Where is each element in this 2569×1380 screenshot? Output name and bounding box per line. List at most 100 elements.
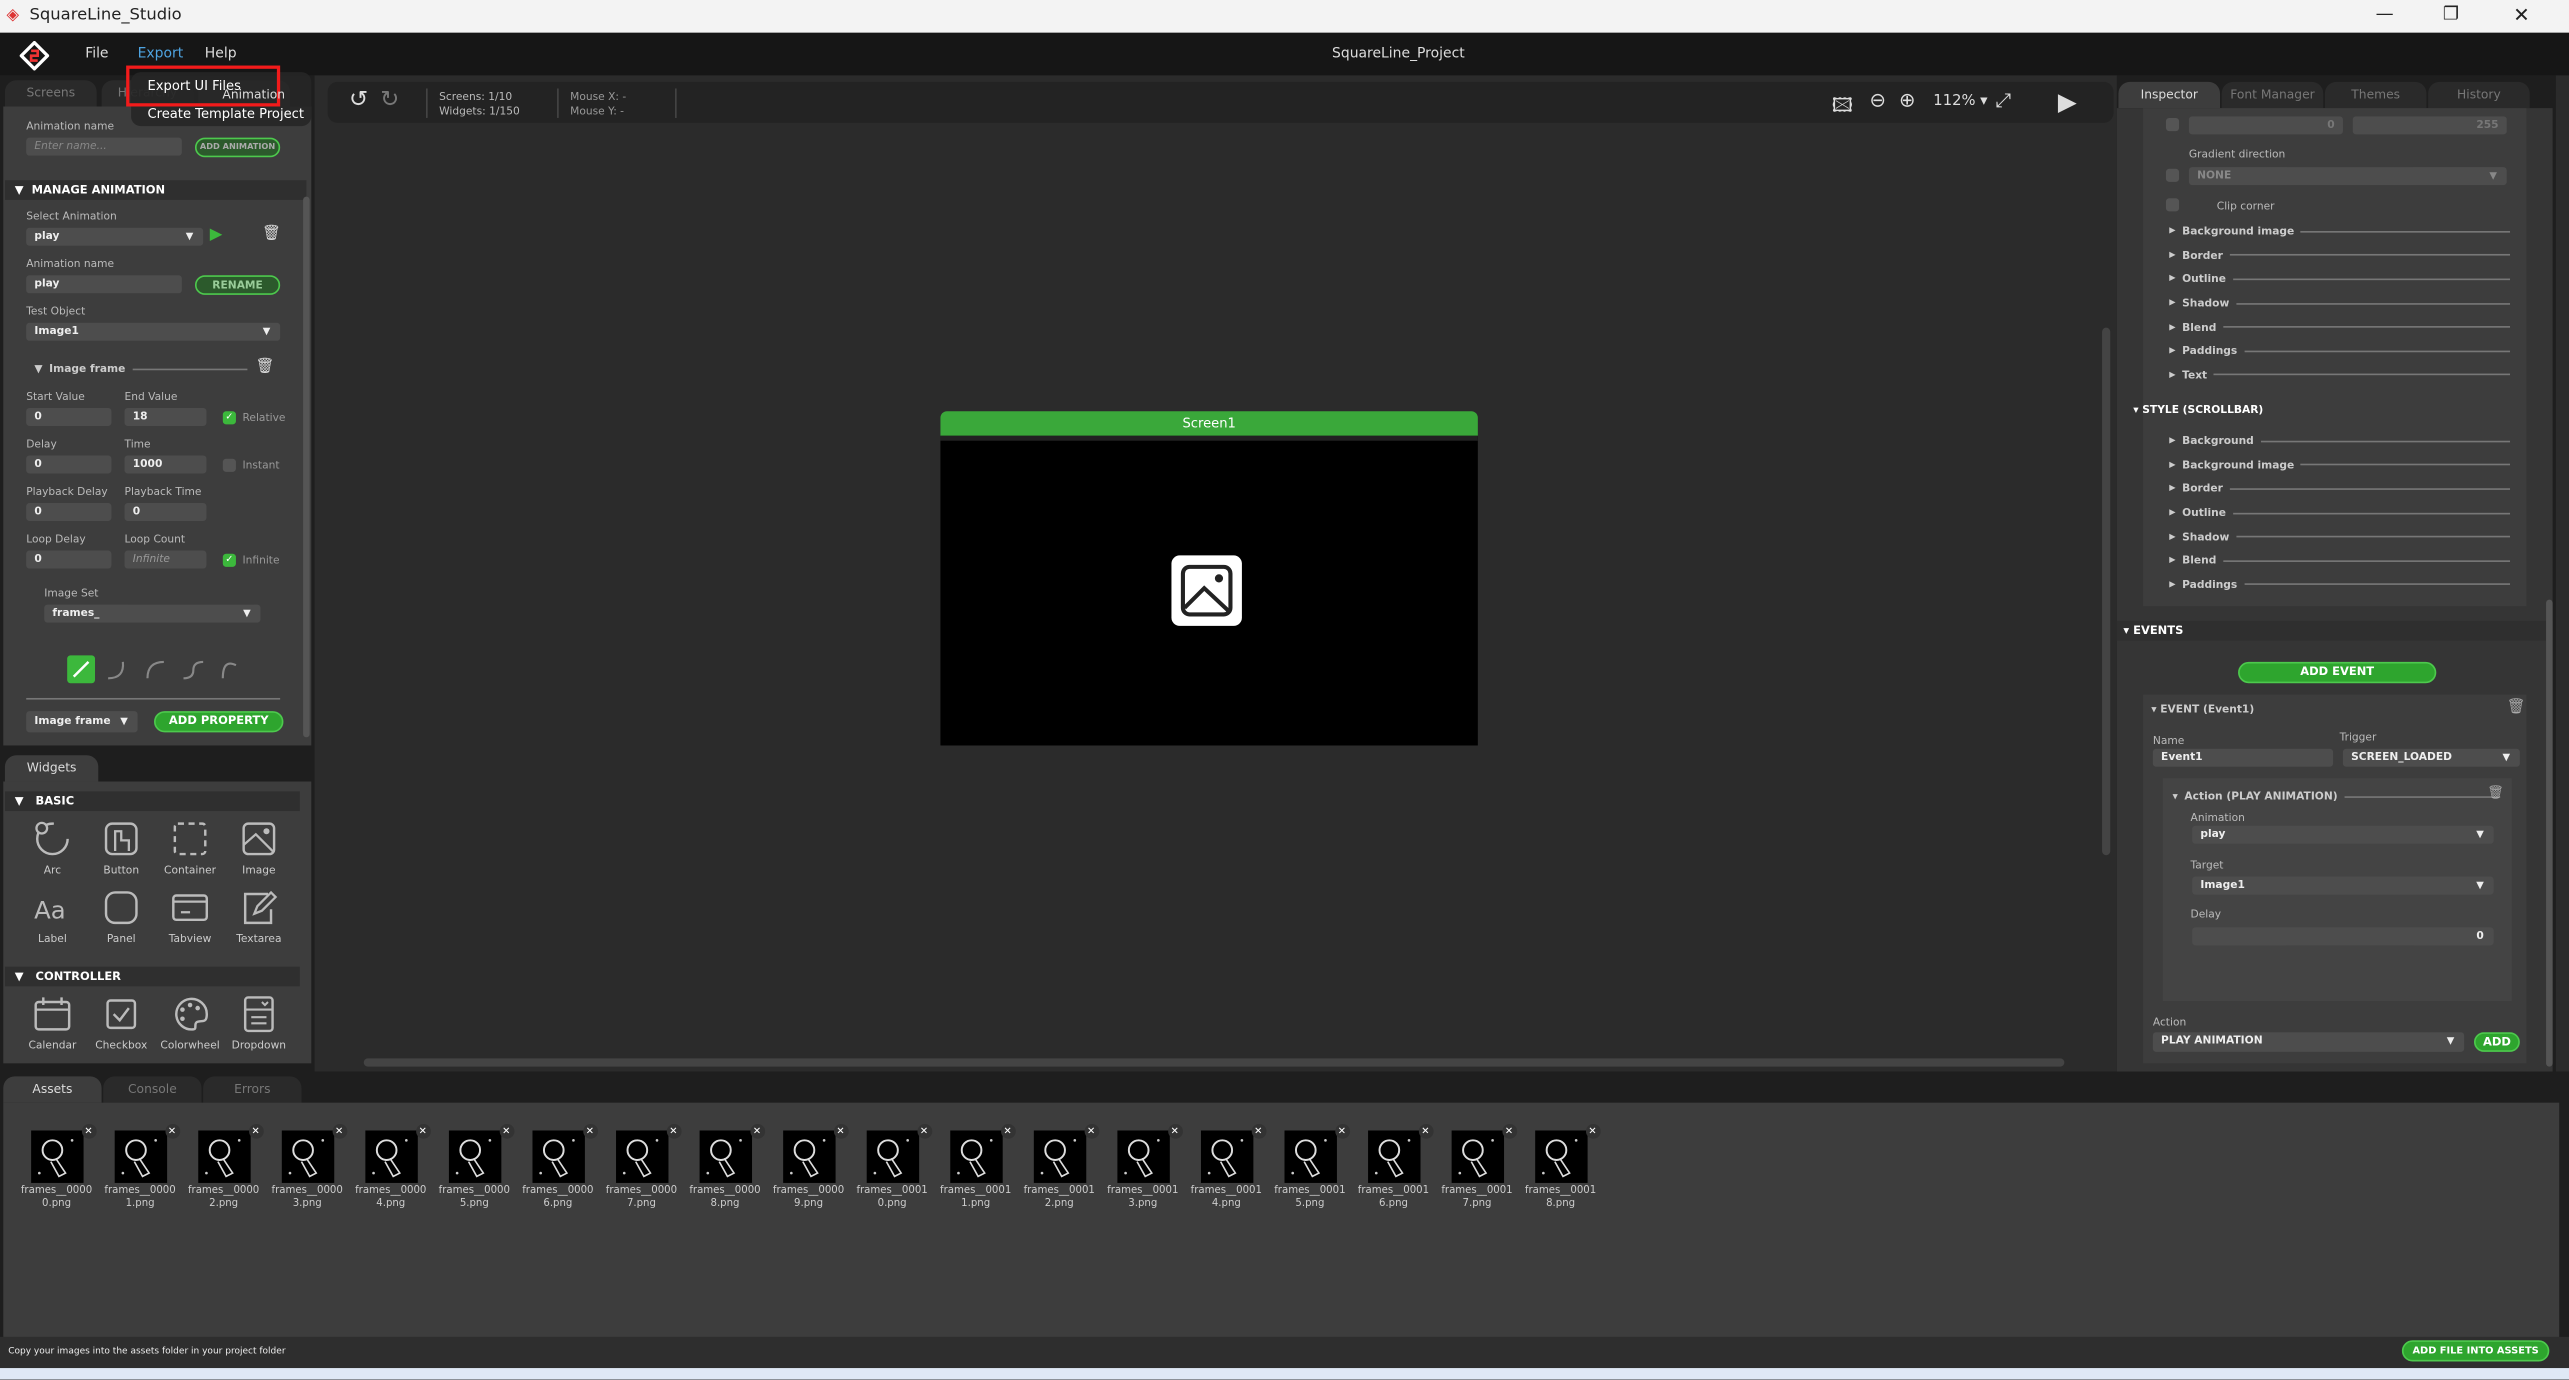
tab-themes[interactable]: Themes (2324, 81, 2427, 109)
widget-image[interactable]: Image (224, 818, 293, 877)
widget-arc[interactable]: Arc (18, 818, 87, 877)
infinite-checkbox[interactable]: ✓ (222, 553, 236, 567)
asset-item[interactable]: ✕ frames__00000.png (15, 1123, 99, 1210)
menu-file[interactable]: File (85, 46, 108, 62)
widget-button[interactable]: Button (87, 818, 156, 877)
canvas-horizontal-scrollbar[interactable] (363, 1058, 2065, 1067)
trigger-dropdown[interactable]: SCREEN_LOADED (2342, 748, 2520, 767)
remove-asset-icon[interactable]: ✕ (81, 1123, 96, 1139)
menu-item-create-template-project[interactable]: Create Template Project (147, 106, 304, 121)
scrollbar-style-row[interactable]: ▶ Paddings (2169, 573, 2511, 597)
remove-asset-icon[interactable]: ✕ (1250, 1123, 1266, 1139)
asset-item[interactable]: ✕ frames__00004.png (349, 1123, 433, 1210)
delete-animation-icon[interactable]: 🗑 (262, 226, 281, 242)
scrollbar-style-row[interactable]: ▶ Background (2169, 429, 2511, 453)
remove-asset-icon[interactable]: ✕ (1334, 1123, 1350, 1139)
asset-item[interactable]: ✕ frames__00006.png (516, 1123, 600, 1210)
add-file-into-assets-button[interactable]: ADD FILE INTO ASSETS (2401, 1340, 2550, 1362)
zoom-out-icon[interactable]: ⊖ (1869, 88, 1885, 111)
event-header[interactable]: ▾ EVENT (Event1) (2151, 703, 2254, 716)
tab-inspector[interactable]: Inspector (2118, 81, 2221, 109)
instant-checkbox[interactable] (222, 458, 236, 472)
zoom-in-icon[interactable]: ⊕ (1899, 88, 1915, 111)
animation-name-input[interactable]: Enter name... (26, 137, 182, 156)
clip-corner-checkbox[interactable] (2165, 198, 2180, 212)
asset-item[interactable]: ✕ frames__00007.png (600, 1123, 684, 1210)
restore-button[interactable]: ❐ (2443, 3, 2459, 24)
asset-item[interactable]: ✕ frames__00008.png (683, 1123, 767, 1210)
widget-tabview[interactable]: Tabview (156, 886, 225, 945)
remove-asset-icon[interactable]: ✕ (1585, 1123, 1600, 1139)
gradient-stop-checkbox[interactable] (2165, 117, 2180, 132)
asset-item[interactable]: ✕ frames__00013.png (1101, 1123, 1185, 1210)
asset-item[interactable]: ✕ frames__00002.png (182, 1123, 266, 1210)
controller-section-header[interactable]: ▼ CONTROLLER (4, 966, 300, 987)
screen-title-bar[interactable]: Screen1 (940, 411, 1478, 436)
style-row[interactable]: ▶ Shadow (2169, 291, 2511, 315)
redo-icon[interactable]: ↻ (380, 87, 399, 113)
action-target-dropdown[interactable]: Image1 (2192, 876, 2494, 895)
widget-dropdown[interactable]: Dropdown (224, 993, 293, 1052)
remove-asset-icon[interactable]: ✕ (666, 1123, 681, 1139)
gradient-direction-dropdown[interactable]: NONE (2188, 167, 2507, 186)
style-row[interactable]: ▶ Outline (2169, 267, 2511, 291)
add-event-button[interactable]: ADD EVENT (2238, 661, 2437, 684)
rename-button[interactable]: RENAME (194, 275, 281, 295)
asset-item[interactable]: ✕ frames__00011.png (934, 1123, 1018, 1210)
remove-asset-icon[interactable]: ✕ (331, 1123, 347, 1139)
loop-count-input[interactable]: Infinite (124, 550, 207, 569)
scrollbar-style-row[interactable]: ▶ Background image (2169, 453, 2511, 477)
action-header[interactable]: ▾ Action (PLAY ANIMATION) (2173, 788, 2501, 804)
canvas-vertical-scrollbar[interactable] (2102, 327, 2111, 856)
widget-colorwheel[interactable]: Colorwheel (156, 993, 225, 1052)
playback-delay-input[interactable]: 0 (26, 502, 112, 522)
tab-console[interactable]: Console (103, 1076, 202, 1103)
widget-label[interactable]: Aa Label (18, 886, 87, 945)
style-row[interactable]: ▶ Border (2169, 243, 2511, 267)
end-value-input[interactable]: 18 (124, 407, 207, 426)
action-delay-input[interactable]: 0 (2192, 927, 2494, 946)
remove-asset-icon[interactable]: ✕ (1501, 1123, 1517, 1139)
asset-item[interactable]: ✕ frames__00017.png (1435, 1123, 1519, 1210)
minimize-button[interactable]: — (2376, 3, 2394, 24)
background-image-icon[interactable]: 🖾 (1832, 90, 1853, 124)
remove-asset-icon[interactable]: ✕ (1000, 1123, 1015, 1139)
remove-asset-icon[interactable]: ✕ (833, 1123, 848, 1139)
asset-item[interactable]: ✕ frames__00018.png (1519, 1123, 1603, 1210)
tab-errors[interactable]: Errors (203, 1076, 302, 1103)
scrollbar-style-row[interactable]: ▶ Border (2169, 477, 2511, 501)
add-action-button[interactable]: ADD (2473, 1032, 2520, 1052)
zoom-level-dropdown[interactable]: 112% ▾ (1933, 93, 1987, 109)
widget-calendar[interactable]: Calendar (18, 993, 87, 1052)
screen-canvas[interactable] (940, 435, 1478, 746)
menu-export[interactable]: Export (138, 46, 184, 62)
remove-asset-icon[interactable]: ✕ (582, 1123, 598, 1139)
scrollbar-style-row[interactable]: ▶ Blend (2169, 549, 2511, 573)
tab-history[interactable]: History (2428, 81, 2530, 109)
remove-asset-icon[interactable]: ✕ (1083, 1123, 1099, 1139)
asset-item[interactable]: ✕ frames__00005.png (433, 1123, 517, 1210)
test-object-dropdown[interactable]: Image1 (26, 322, 281, 341)
widget-container[interactable]: Container (156, 818, 225, 877)
delay-input[interactable]: 0 (26, 455, 112, 474)
asset-item[interactable]: ✕ frames__00009.png (767, 1123, 851, 1210)
gradient-stop-input[interactable]: 0 (2188, 116, 2343, 135)
relative-checkbox[interactable]: ✓ (222, 411, 236, 425)
style-row[interactable]: ▶ Text (2169, 363, 2511, 387)
image1-widget[interactable] (1171, 555, 1242, 626)
time-input[interactable]: 1000 (124, 455, 207, 474)
tab-widgets[interactable]: Widgets (4, 755, 99, 782)
scrollbar-style-row[interactable]: ▶ Outline (2169, 501, 2511, 525)
playback-time-input[interactable]: 0 (124, 502, 207, 522)
tab-font-manager[interactable]: Font Manager (2221, 81, 2324, 109)
remove-asset-icon[interactable]: ✕ (164, 1123, 180, 1139)
start-value-input[interactable]: 0 (26, 407, 112, 426)
play-preview-icon[interactable]: ▶ (2058, 87, 2077, 116)
remove-asset-icon[interactable]: ✕ (1167, 1123, 1183, 1139)
asset-item[interactable]: ✕ frames__00012.png (1017, 1123, 1101, 1210)
remove-asset-icon[interactable]: ✕ (498, 1123, 514, 1139)
widget-textarea[interactable]: Textarea (224, 886, 293, 945)
action-animation-dropdown[interactable]: play (2192, 825, 2494, 844)
style-scrollbar-header[interactable]: ▾ STYLE (SCROLLBAR) (2133, 403, 2263, 416)
asset-item[interactable]: ✕ frames__00003.png (265, 1123, 349, 1210)
